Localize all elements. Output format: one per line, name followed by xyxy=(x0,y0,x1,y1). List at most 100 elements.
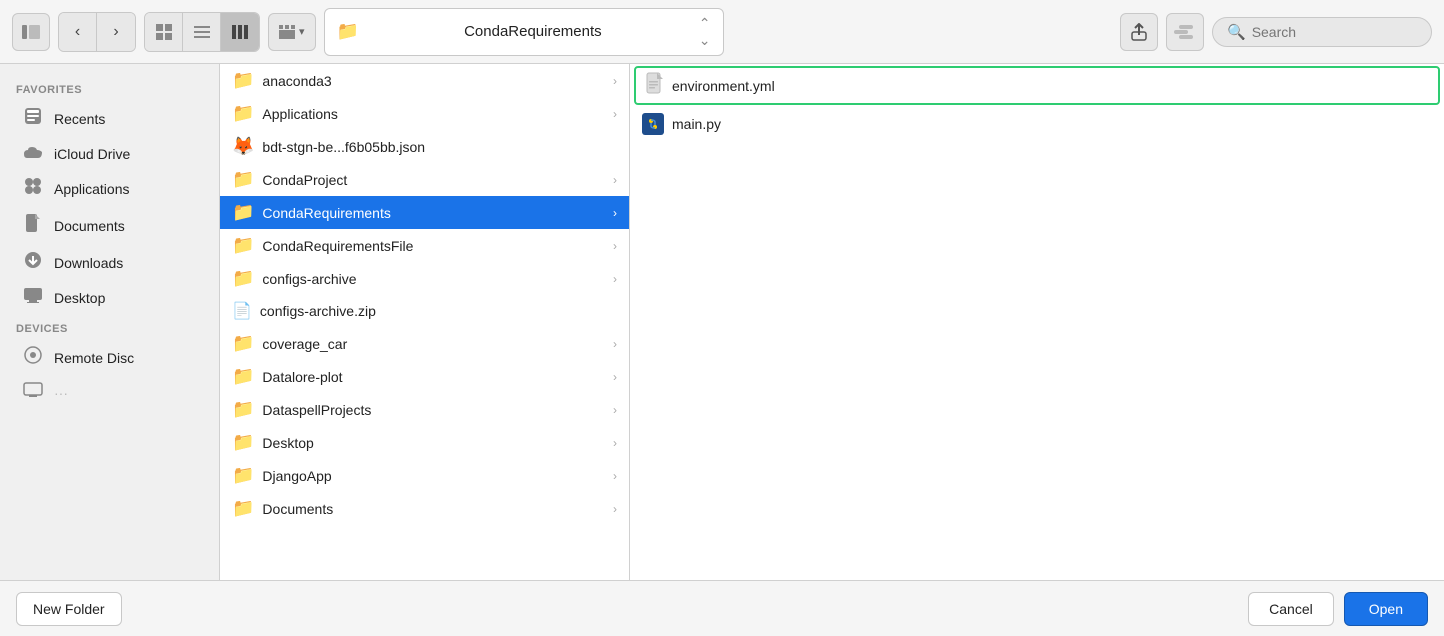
icloud-icon xyxy=(22,143,44,164)
file-name: main.py xyxy=(672,116,721,132)
chevron-right-icon: › xyxy=(613,239,617,253)
doc-file-icon xyxy=(646,72,664,99)
chevron-right-icon: › xyxy=(613,74,617,88)
middle-column: 📁 anaconda3 › 📁 Applications › 🦊 bdt-stg… xyxy=(220,64,630,580)
folder-icon: 📁 xyxy=(232,465,254,486)
file-item-applications[interactable]: 📁 Applications › xyxy=(220,97,629,130)
file-item-main-py[interactable]: main.py xyxy=(630,107,1444,141)
sidebar-item-label: Documents xyxy=(54,218,125,234)
sidebar-toggle-button[interactable] xyxy=(12,13,50,51)
search-input[interactable] xyxy=(1252,24,1402,40)
file-item-documents-folder[interactable]: 📁 Documents › xyxy=(220,492,629,525)
file-item-configs-archive[interactable]: 📁 configs-archive › xyxy=(220,262,629,295)
new-folder-button[interactable]: New Folder xyxy=(16,592,122,626)
sidebar-item-documents[interactable]: Documents xyxy=(6,207,213,244)
file-item-configs-archive-zip[interactable]: 📄 configs-archive.zip xyxy=(220,295,629,327)
sidebar-item-remote-disc[interactable]: Remote Disc xyxy=(6,340,213,375)
sidebar-item-label: Recents xyxy=(54,111,105,127)
folder-icon: 📁 xyxy=(232,333,254,354)
sidebar-item-device-2[interactable]: ··· xyxy=(6,376,213,409)
chevron-right-icon: › xyxy=(613,370,617,384)
right-column: environment.yml main.py xyxy=(630,64,1444,580)
chevron-right-icon: › xyxy=(613,469,617,483)
folder-icon: 📁 xyxy=(232,202,254,223)
chevron-right-icon: › xyxy=(613,173,617,187)
file-name: anaconda3 xyxy=(262,73,331,89)
open-button[interactable]: Open xyxy=(1344,592,1428,626)
device-icon xyxy=(22,382,44,403)
toolbar: ‹ › ▾ 📁 CondaRequirements ⌃⌄ xyxy=(0,0,1444,64)
folder-icon: 📁 xyxy=(232,235,254,256)
share-button[interactable] xyxy=(1120,13,1158,51)
file-item-coverage-car[interactable]: 📁 coverage_car › xyxy=(220,327,629,360)
devices-section-title: Devices xyxy=(0,315,219,339)
file-item-desktop-folder[interactable]: 📁 Desktop › xyxy=(220,426,629,459)
folder-icon: 📁 xyxy=(232,70,254,91)
downloads-icon xyxy=(22,251,44,274)
column-view-button[interactable] xyxy=(221,13,259,51)
file-item-djangoapp[interactable]: 📁 DjangoApp › xyxy=(220,459,629,492)
file-name: coverage_car xyxy=(262,336,347,352)
chevron-right-icon: › xyxy=(613,272,617,286)
location-bar[interactable]: 📁 CondaRequirements ⌃⌄ xyxy=(324,8,724,56)
sidebar-item-recents[interactable]: Recents xyxy=(6,101,213,136)
applications-icon xyxy=(22,177,44,200)
file-name: DataspellProjects xyxy=(262,402,371,418)
folder-icon: 📁 xyxy=(232,103,254,124)
folder-icon: 📁 xyxy=(232,432,254,453)
sidebar-item-label: ··· xyxy=(54,385,68,401)
search-icon: 🔍 xyxy=(1227,23,1246,41)
file-name: DjangoApp xyxy=(262,468,331,484)
file-name: bdt-stgn-be...f6b05bb.json xyxy=(262,139,425,155)
cancel-button[interactable]: Cancel xyxy=(1248,592,1334,626)
favorites-section-title: Favorites xyxy=(0,76,219,100)
sidebar-item-downloads[interactable]: Downloads xyxy=(6,245,213,280)
file-item-dataspellprojects[interactable]: 📁 DataspellProjects › xyxy=(220,393,629,426)
sidebar-item-label: Downloads xyxy=(54,255,123,271)
bottom-bar: New Folder Cancel Open xyxy=(0,580,1444,636)
recents-icon xyxy=(22,107,44,130)
sidebar-item-icloud[interactable]: iCloud Drive xyxy=(6,137,213,170)
chevron-right-icon: › xyxy=(613,337,617,351)
sidebar: Favorites Recents iCloud Drive Applicati… xyxy=(0,64,220,580)
search-bar: 🔍 xyxy=(1212,17,1432,47)
sidebar-item-applications[interactable]: Applications xyxy=(6,171,213,206)
bottom-right-buttons: Cancel Open xyxy=(1248,592,1428,626)
file-name: environment.yml xyxy=(672,78,775,94)
chevron-right-icon: › xyxy=(613,107,617,121)
view-buttons xyxy=(144,12,260,52)
file-item-condaproject[interactable]: 📁 CondaProject › xyxy=(220,163,629,196)
chevron-right-icon: › xyxy=(613,403,617,417)
sidebar-item-label: Desktop xyxy=(54,290,105,306)
file-item-environment-yml[interactable]: environment.yml xyxy=(634,66,1440,105)
gallery-view-button[interactable]: ▾ xyxy=(268,13,316,51)
json-file-icon: 🦊 xyxy=(232,136,254,157)
chevron-right-icon: › xyxy=(613,436,617,450)
zip-file-icon: 📄 xyxy=(232,301,252,321)
file-name: configs-archive xyxy=(262,271,356,287)
list-view-button[interactable] xyxy=(183,13,221,51)
chevron-right-icon: › xyxy=(613,502,617,516)
sidebar-item-label: iCloud Drive xyxy=(54,146,130,162)
chevron-right-icon: › xyxy=(613,206,617,220)
file-item-bdt-stgn[interactable]: 🦊 bdt-stgn-be...f6b05bb.json xyxy=(220,130,629,163)
file-item-condarequirements[interactable]: 📁 CondaRequirements › xyxy=(220,196,629,229)
sidebar-item-desktop[interactable]: Desktop xyxy=(6,281,213,314)
sidebar-item-label: Applications xyxy=(54,181,130,197)
desktop-icon xyxy=(22,287,44,308)
forward-button[interactable]: › xyxy=(97,13,135,51)
main-content: Favorites Recents iCloud Drive Applicati… xyxy=(0,64,1444,580)
remote-disc-icon xyxy=(22,346,44,369)
icon-view-button[interactable] xyxy=(145,13,183,51)
back-button[interactable]: ‹ xyxy=(59,13,97,51)
documents-icon xyxy=(22,213,44,238)
file-name: CondaRequirements xyxy=(262,205,390,221)
file-item-condarequirementsfile[interactable]: 📁 CondaRequirementsFile › xyxy=(220,229,629,262)
file-item-anaconda3[interactable]: 📁 anaconda3 › xyxy=(220,64,629,97)
file-name: CondaRequirementsFile xyxy=(262,238,413,254)
file-item-datalore-plot[interactable]: 📁 Datalore-plot › xyxy=(220,360,629,393)
tags-button[interactable] xyxy=(1166,13,1204,51)
file-name: Desktop xyxy=(262,435,313,451)
file-name: configs-archive.zip xyxy=(260,303,376,319)
file-browser: 📁 anaconda3 › 📁 Applications › 🦊 bdt-stg… xyxy=(220,64,1444,580)
